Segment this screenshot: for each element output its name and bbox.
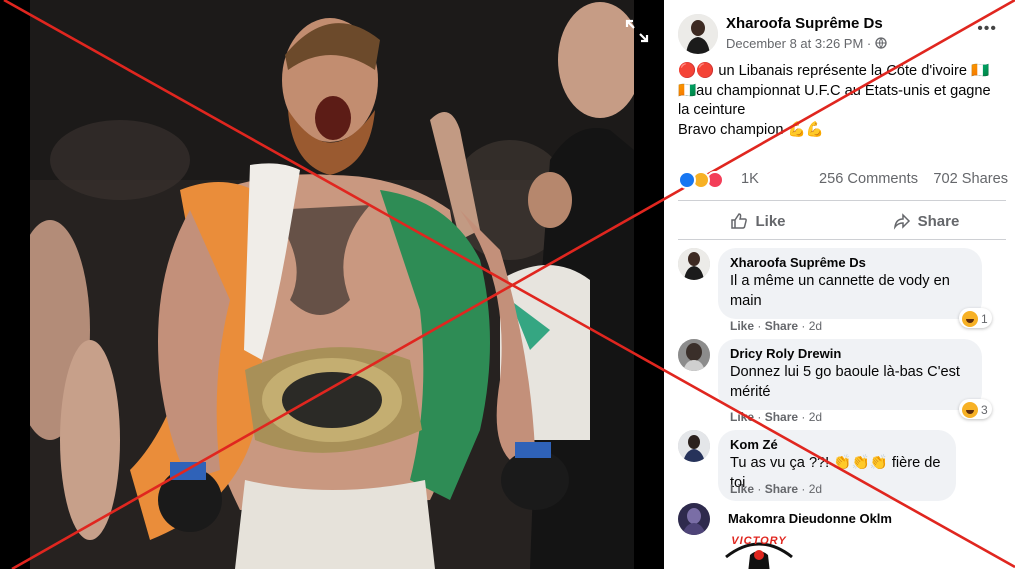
- author-avatar[interactable]: [678, 14, 718, 54]
- comment-actions: Like · Share · 2d: [730, 482, 822, 496]
- commenter-name[interactable]: Makomra Dieudonne Oklm: [728, 511, 892, 526]
- shares-count[interactable]: 702 Shares: [933, 171, 1008, 187]
- share-label: Share: [917, 212, 960, 230]
- comment-reaction-count: 3: [981, 402, 988, 417]
- comment-like-link[interactable]: Like: [730, 482, 754, 496]
- comment-share-link[interactable]: Share: [765, 410, 798, 424]
- globe-icon: [875, 37, 887, 49]
- facebook-photo-post-screen: Xharoofa Suprême Ds December 8 at 3:26 P…: [0, 0, 1015, 569]
- post-author-name[interactable]: Xharoofa Suprême Ds: [726, 15, 883, 32]
- commenter-avatar-image: [678, 248, 710, 280]
- author-avatar-image: [678, 14, 718, 54]
- comment-bubble: Dricy Roly Drewin Donnez lui 5 go baoule…: [718, 339, 982, 410]
- share-button[interactable]: Share: [846, 204, 1006, 238]
- comment-text-line: mérité: [730, 383, 771, 400]
- comment-text-line: main: [730, 292, 762, 309]
- commenter-avatar[interactable]: [678, 248, 710, 280]
- commenter-avatar[interactable]: [678, 339, 710, 371]
- comment-actions: Like · Share · 2d: [730, 319, 822, 333]
- commenter-avatar[interactable]: [678, 503, 710, 535]
- comment-text: Donnez lui 5 go baoule là-bas C'est méri…: [730, 363, 970, 402]
- like-button[interactable]: Like: [678, 204, 838, 238]
- reaction-count[interactable]: 1K: [741, 171, 759, 187]
- comment-age[interactable]: 2d: [809, 482, 822, 496]
- divider: [678, 200, 1006, 201]
- post-date[interactable]: December 8 at 3:26 PM: [726, 36, 863, 51]
- comments-count[interactable]: 256 Comments: [819, 171, 918, 187]
- haha-icon: [962, 401, 978, 418]
- comment-reaction-count: 1: [981, 311, 988, 326]
- post-body: 🔴🔴 un Libanais représente la Côte d'ivoi…: [678, 62, 1004, 140]
- post-text-line: Bravo champion 💪💪: [678, 121, 824, 138]
- separator: ·: [798, 319, 809, 333]
- separator: ·: [754, 410, 765, 424]
- haha-icon: [962, 310, 978, 327]
- comment-text-line: Il a même un cannette de vody en: [730, 273, 950, 289]
- comment-actions: Like · Share · 2d: [730, 410, 822, 424]
- commenter-avatar-image: [678, 430, 710, 462]
- divider: [678, 239, 1006, 240]
- comment: Dricy Roly Drewin Donnez lui 5 go baoule…: [678, 339, 1008, 425]
- like-reaction-icon: [678, 171, 696, 189]
- comment-text: Il a même un cannette de vody en main: [730, 272, 970, 311]
- comment-text-line: Donnez lui 5 go baoule là-bas C'est: [730, 364, 960, 380]
- post-sidebar: Xharoofa Suprême Ds December 8 at 3:26 P…: [664, 0, 1015, 569]
- separator: ·: [798, 482, 809, 496]
- share-arrow-icon: [893, 213, 910, 230]
- comment-age[interactable]: 2d: [809, 319, 822, 333]
- post-text-line: 🔴🔴 un Libanais représente la Côte d'ivoi…: [678, 63, 990, 79]
- post-header: Xharoofa Suprême Ds December 8 at 3:26 P…: [678, 14, 1003, 56]
- commenter-avatar-image: [678, 503, 710, 535]
- post-meta: December 8 at 3:26 PM ·: [726, 36, 887, 51]
- post-text-line: la ceinture: [678, 102, 746, 118]
- comment-share-link[interactable]: Share: [765, 482, 798, 496]
- comment-bubble: Xharoofa Suprême Ds Il a même un cannett…: [718, 248, 982, 319]
- sticker-text: VICTORY: [731, 535, 787, 547]
- comment-like-link[interactable]: Like: [730, 319, 754, 333]
- comment-age[interactable]: 2d: [809, 410, 822, 424]
- post-text-line: 🇨🇮au championnat U.F.C au Etats-unis et …: [678, 82, 991, 99]
- comment-reaction-badge[interactable]: 3: [959, 399, 992, 419]
- comment-like-link[interactable]: Like: [730, 410, 754, 424]
- separator: ·: [754, 482, 765, 496]
- comment: Makomra Dieudonne Oklm VICTORY: [678, 503, 1008, 569]
- commenter-avatar[interactable]: [678, 430, 710, 462]
- fighter-photo-illustration: [30, 0, 634, 569]
- post-photo[interactable]: [30, 0, 634, 569]
- expand-fullscreen-icon[interactable]: [624, 18, 650, 44]
- comment: Xharoofa Suprême Ds Il a même un cannett…: [678, 248, 1008, 338]
- thumbs-up-icon: [731, 213, 748, 229]
- post-stats: 1K 256 Comments 702 Shares: [678, 170, 1008, 190]
- comment-sticker-image[interactable]: VICTORY: [720, 533, 798, 569]
- comment-reaction-badge[interactable]: 1: [959, 308, 992, 328]
- more-options-button[interactable]: •••: [977, 20, 997, 38]
- post-actions: Like Share: [678, 204, 1006, 238]
- commenter-name[interactable]: Kom Zé: [730, 437, 944, 452]
- comment: Kom Zé Tu as vu ça ??! 👏👏👏 fière de toi …: [678, 430, 1008, 501]
- meta-separator: ·: [863, 36, 875, 51]
- photo-viewer: [0, 0, 664, 569]
- commenter-avatar-image: [678, 339, 710, 371]
- separator: ·: [754, 319, 765, 333]
- like-label: Like: [755, 212, 786, 230]
- commenter-name[interactable]: Xharoofa Suprême Ds: [730, 255, 970, 270]
- reaction-icons[interactable]: [678, 171, 738, 189]
- comment-share-link[interactable]: Share: [765, 319, 798, 333]
- separator: ·: [798, 410, 809, 424]
- commenter-name[interactable]: Dricy Roly Drewin: [730, 346, 970, 361]
